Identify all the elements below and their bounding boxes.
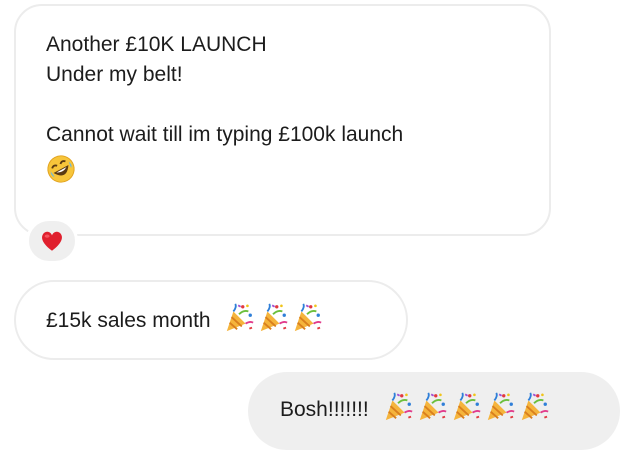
party-popper-emoji: [451, 392, 481, 422]
party-popper-emoji: [383, 392, 413, 422]
emoji-group: [383, 392, 549, 422]
message-text: £15k sales month: [46, 309, 211, 332]
received-message-bubble[interactable]: Another £10K LAUNCH Under my belt! Canno…: [14, 4, 551, 236]
chat-thread: Another £10K LAUNCH Under my belt! Canno…: [0, 0, 629, 450]
party-popper-emoji: [224, 303, 254, 333]
heart-reaction[interactable]: [26, 218, 78, 264]
message-text-line: Cannot wait till im typing £100k launch: [46, 123, 404, 146]
received-message-bubble[interactable]: £15k sales month: [14, 280, 408, 360]
red-heart-emoji: [39, 228, 65, 254]
message-text-line: Under my belt!: [46, 63, 183, 86]
party-popper-emoji: [485, 392, 515, 422]
rolling-on-floor-laughing-emoji: [46, 154, 521, 186]
party-popper-emoji: [519, 392, 549, 422]
message-text-line: Another £10K LAUNCH: [46, 33, 267, 56]
party-popper-emoji: [417, 392, 447, 422]
party-popper-emoji: [292, 303, 322, 333]
message-text: Bosh!!!!!!!: [280, 398, 369, 421]
party-popper-emoji: [258, 303, 288, 333]
sent-message-bubble[interactable]: Bosh!!!!!!!: [248, 372, 620, 450]
emoji-group: [224, 303, 322, 333]
